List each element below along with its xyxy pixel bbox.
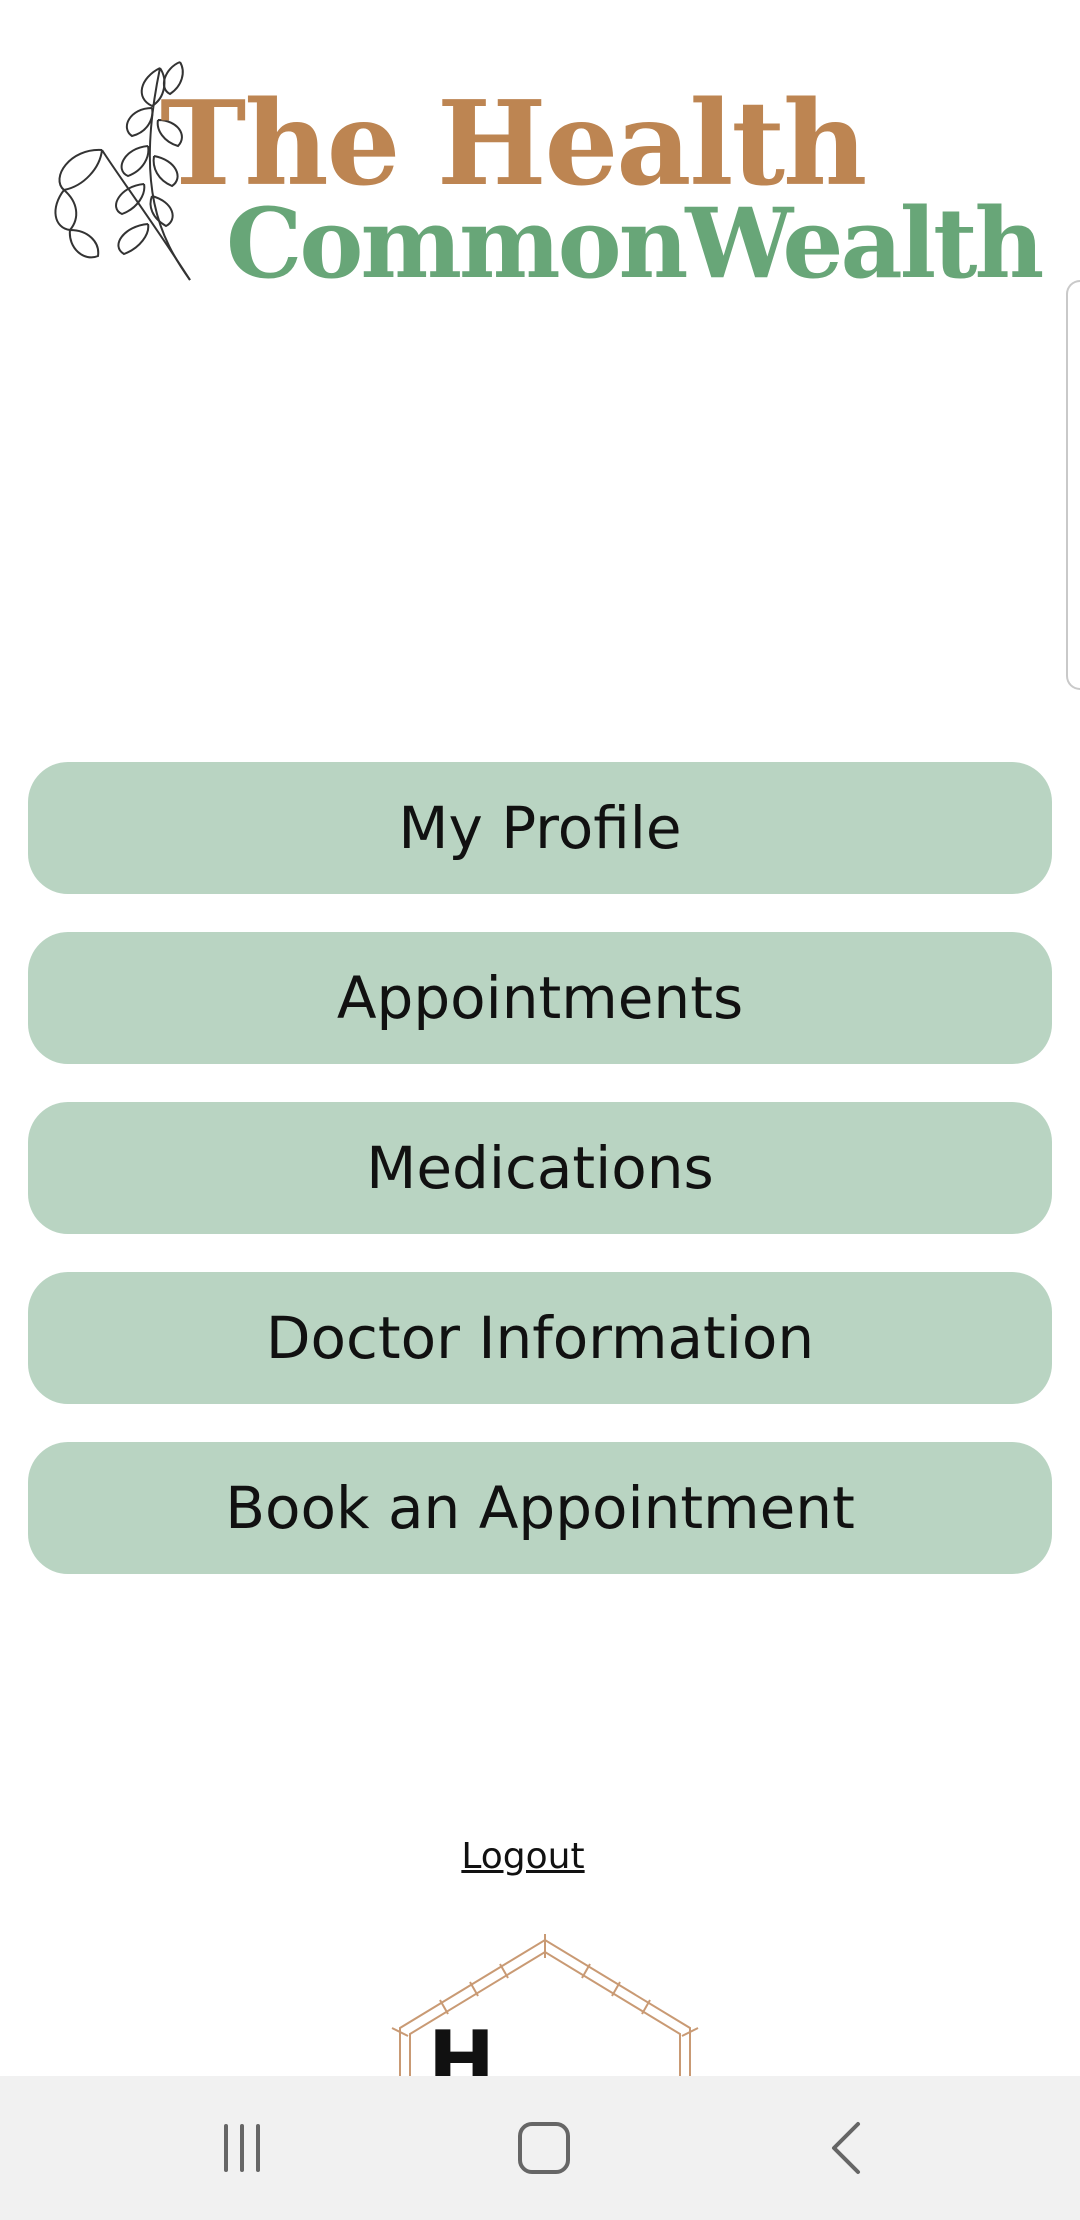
home-icon — [518, 2122, 570, 2174]
back-icon — [832, 2122, 860, 2174]
doctor-information-button[interactable]: Doctor Information — [28, 1272, 1052, 1404]
back-button[interactable] — [806, 2112, 886, 2184]
main-menu: My Profile Appointments Medications Doct… — [28, 762, 1052, 1612]
book-appointment-button[interactable]: Book an Appointment — [28, 1442, 1052, 1574]
system-navigation-bar — [0, 2076, 1080, 2220]
house-logo-icon: H — [391, 1934, 699, 2078]
logo-title-line1: The Health — [160, 76, 867, 212]
bottom-logo: H — [390, 1928, 700, 2078]
edge-panel-handle[interactable] — [1066, 280, 1080, 690]
recent-apps-button[interactable] — [202, 2112, 282, 2184]
medications-button[interactable]: Medications — [28, 1102, 1052, 1234]
logo-title-line2: CommonWealth — [226, 187, 1044, 300]
my-profile-button[interactable]: My Profile — [28, 762, 1052, 894]
recent-apps-icon — [224, 2124, 260, 2172]
app-logo: The Health CommonWealth — [0, 0, 1080, 320]
appointments-button[interactable]: Appointments — [28, 932, 1052, 1064]
bottom-logo-letter: H — [428, 2014, 495, 2078]
home-button[interactable] — [504, 2112, 584, 2184]
logout-link[interactable]: Logout — [0, 1836, 1046, 1877]
